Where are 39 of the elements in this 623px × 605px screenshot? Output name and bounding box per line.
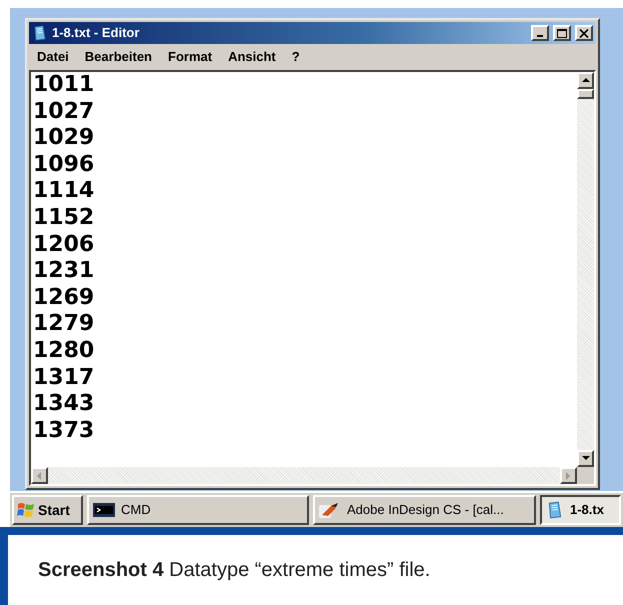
scrollbar-corner — [577, 467, 594, 484]
text-line: 1280 — [33, 338, 94, 365]
taskbar-button[interactable]: Adobe InDesign CS - [cal... — [313, 495, 536, 525]
text-line: 1152 — [33, 204, 94, 232]
text-line: 1027 — [33, 98, 94, 126]
minimize-button[interactable] — [531, 25, 549, 41]
horizontal-scrollbar[interactable] — [31, 467, 577, 484]
notepad-icon — [32, 25, 48, 41]
text-line: 1373 — [33, 418, 94, 444]
text-line: 1269 — [33, 284, 94, 312]
windows-logo-icon — [17, 502, 35, 518]
maximize-button[interactable] — [553, 25, 571, 41]
text-line: 1343 — [33, 391, 94, 418]
menu-item[interactable]: ? — [292, 47, 300, 67]
taskbar-button[interactable]: CMD — [87, 495, 309, 525]
text-line: 1011 — [33, 72, 94, 99]
console-icon — [93, 503, 115, 517]
taskbar-button[interactable]: 1-8.tx — [540, 495, 621, 525]
close-button[interactable] — [575, 25, 593, 41]
text-line: 1206 — [33, 232, 94, 258]
menu-item[interactable]: Format — [168, 47, 212, 67]
menu-item[interactable]: Ansicht — [228, 47, 276, 67]
scroll-thumb[interactable] — [577, 89, 594, 99]
text-line: 1114 — [33, 178, 94, 205]
minimize-icon — [537, 35, 543, 37]
text-line: 1231 — [33, 258, 94, 285]
text-line: 1096 — [33, 152, 94, 178]
text-line: 1029 — [33, 125, 94, 152]
text-line: 1317 — [33, 364, 94, 392]
menu-item[interactable]: Bearbeiten — [84, 47, 152, 67]
caption: Screenshot 4 Datatype “extreme times” file. — [38, 558, 430, 583]
vertical-scrollbar[interactable] — [577, 72, 594, 467]
notepad-icon — [546, 501, 564, 519]
text-line: 1279 — [33, 311, 94, 338]
window-title: 1-8.txt - Editor — [52, 24, 140, 42]
start-button[interactable]: Start — [12, 495, 83, 525]
menu-item[interactable]: Datei — [37, 47, 69, 67]
maximize-icon — [557, 28, 567, 38]
close-icon — [579, 28, 589, 38]
